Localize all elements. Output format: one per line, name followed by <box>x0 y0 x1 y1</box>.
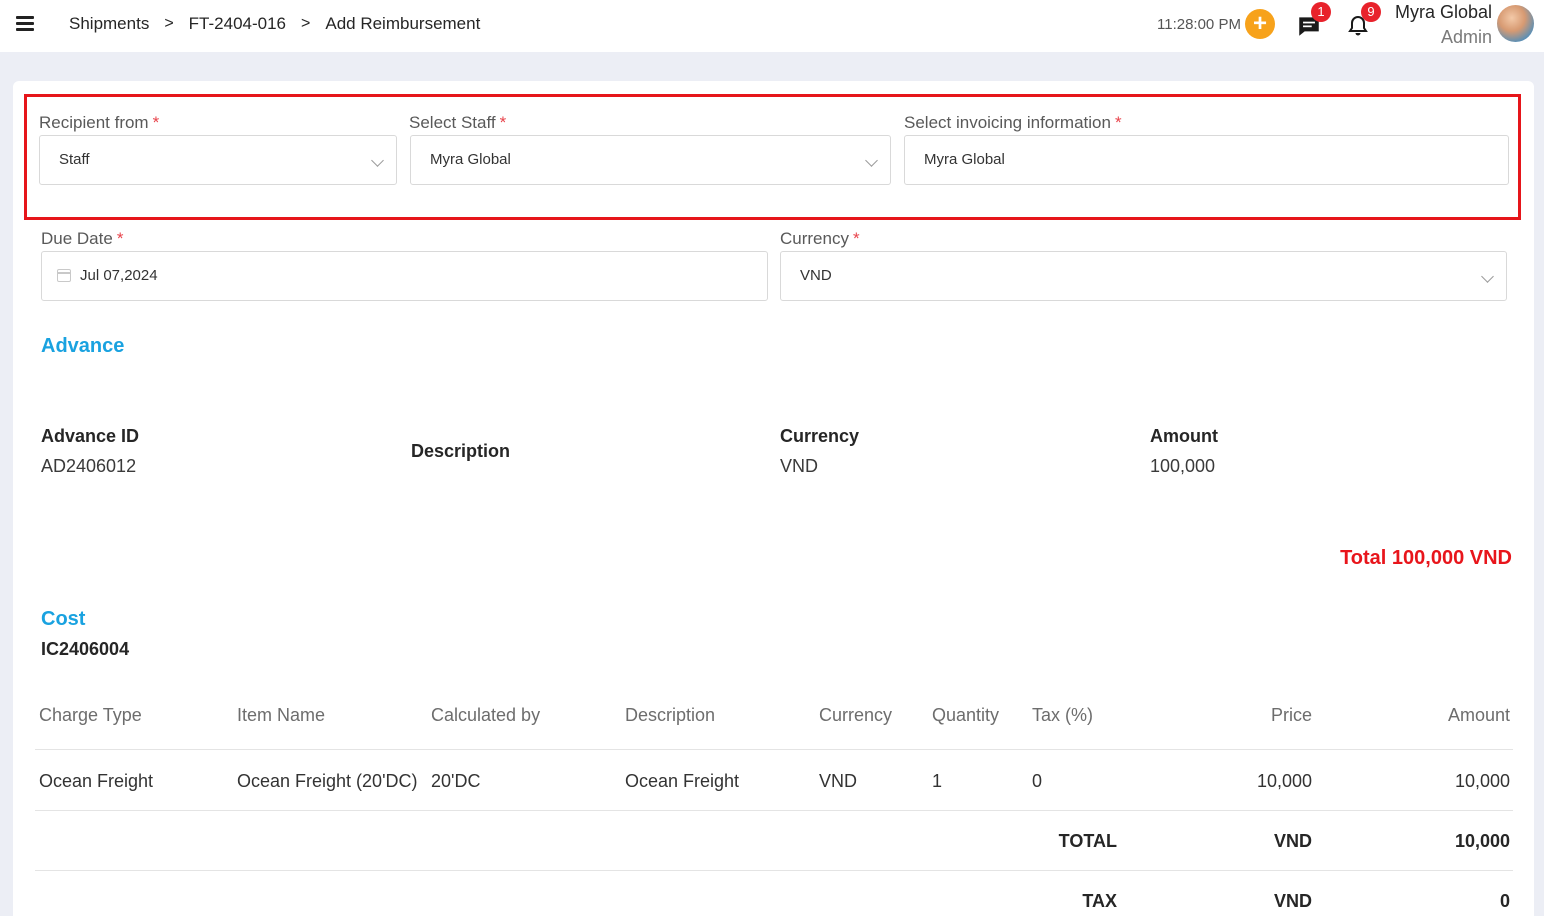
divider <box>35 870 1513 871</box>
recipient-from-select[interactable]: Staff <box>39 135 397 185</box>
breadcrumb-separator: > <box>301 15 311 32</box>
row-quantity: 1 <box>932 771 943 791</box>
user-name: Myra Global <box>1394 2 1492 22</box>
col-amount: Amount <box>1447 705 1510 725</box>
invoicing-info-value: Myra Global <box>924 151 1005 168</box>
col-currency: Currency <box>819 705 893 725</box>
advance-amount-header: Amount <box>1150 426 1218 446</box>
currency-select[interactable]: VND <box>780 251 1507 301</box>
breadcrumb-shipment-id[interactable]: FT-2404-016 <box>189 14 286 34</box>
breadcrumb-current: Add Reimbursement <box>325 14 481 33</box>
select-staff-select[interactable]: Myra Global <box>410 135 891 185</box>
cost-tax-value: 0 <box>1499 891 1510 911</box>
select-staff-value: Myra Global <box>430 151 511 168</box>
col-charge-type: Charge Type <box>39 705 142 725</box>
select-staff-label: Select Staff * <box>409 113 507 132</box>
currency-value: VND <box>800 267 832 284</box>
calendar-icon <box>57 269 71 282</box>
recipient-from-label: Recipient from * <box>39 113 160 132</box>
cost-id: IC2406004 <box>41 639 130 659</box>
row-amount: 10,000 <box>1454 771 1510 791</box>
recipient-from-value: Staff <box>59 151 90 168</box>
advance-id-header: Advance ID <box>41 426 140 446</box>
avatar[interactable] <box>1497 5 1534 42</box>
col-quantity: Quantity <box>932 705 1000 725</box>
col-calculated-by: Calculated by <box>431 705 541 725</box>
notifications-button[interactable]: 9 <box>1341 2 1381 42</box>
chevron-down-icon <box>1481 270 1494 283</box>
advance-total-value: 100,000 VND <box>1391 547 1512 569</box>
row-currency: VND <box>819 771 858 791</box>
advance-total: Total 100,000 VND <box>1340 547 1512 570</box>
chevron-down-icon <box>865 154 878 167</box>
user-role: Admin <box>1440 27 1492 47</box>
top-bar: Shipments > FT-2404-016 > Add Reimbursem… <box>0 0 1544 52</box>
messages-button[interactable]: 1 <box>1291 2 1331 42</box>
advance-description-header: Description <box>411 441 511 461</box>
advance-title: Advance <box>41 335 125 357</box>
advance-currency-value: VND <box>780 456 819 476</box>
row-price: 10,000 <box>1256 771 1312 791</box>
chevron-down-icon <box>371 154 384 167</box>
advance-amount-value: 100,000 <box>1150 456 1216 476</box>
cost-tax-currency: VND <box>1273 891 1312 911</box>
row-charge-type: Ocean Freight <box>39 771 154 791</box>
notifications-badge: 9 <box>1361 2 1381 22</box>
cost-total-currency: VND <box>1273 831 1312 851</box>
invoicing-info-field[interactable]: Myra Global <box>904 135 1509 185</box>
row-item-name: Ocean Freight (20'DC) <box>237 771 418 791</box>
due-date-label: Due Date * <box>41 229 124 248</box>
col-tax: Tax (%) <box>1032 705 1094 725</box>
plus-icon[interactable]: + <box>1245 9 1275 39</box>
row-calculated-by: 20'DC <box>431 771 481 791</box>
divider <box>35 810 1513 811</box>
messages-badge: 1 <box>1311 2 1331 22</box>
divider <box>35 749 1513 750</box>
due-date-picker[interactable]: Jul 07,2024 <box>41 251 768 301</box>
advance-total-label: Total <box>1340 547 1387 569</box>
due-date-value: Jul 07,2024 <box>80 267 158 284</box>
col-price: Price <box>1270 705 1312 725</box>
cost-title: Cost <box>41 608 86 630</box>
row-tax: 0 <box>1032 771 1043 791</box>
clock: 11:28:00 PM <box>1157 16 1241 33</box>
cost-tax-label: TAX <box>1082 891 1117 911</box>
col-item-name: Item Name <box>237 705 326 725</box>
cost-total-value: 10,000 <box>1454 831 1510 851</box>
breadcrumb: Shipments > FT-2404-016 > Add Reimbursem… <box>69 14 480 34</box>
row-description: Ocean Freight <box>625 771 740 791</box>
menu-icon[interactable] <box>16 16 34 32</box>
cost-total-label: TOTAL <box>1058 831 1117 851</box>
breadcrumb-separator: > <box>164 15 174 32</box>
currency-label: Currency * <box>780 229 860 248</box>
breadcrumb-shipments[interactable]: Shipments <box>69 14 149 34</box>
invoicing-info-label: Select invoicing information * <box>904 113 1122 132</box>
advance-id-value: AD2406012 <box>41 456 137 476</box>
col-description: Description <box>625 705 716 725</box>
advance-currency-header: Currency <box>780 426 860 446</box>
